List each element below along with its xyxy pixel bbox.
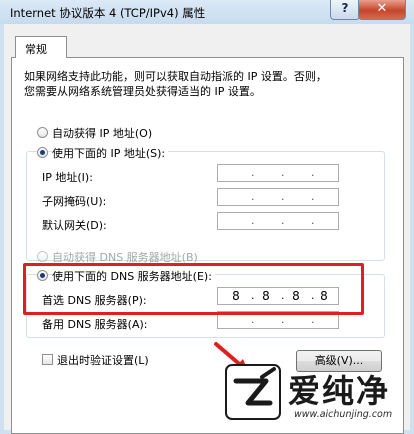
auto-ip-radio[interactable] <box>37 127 48 138</box>
description: 如果网络支持此功能，则可以获取自动指派的 IP 设置。否则， 您需要从网络系统管… <box>24 69 384 99</box>
close-icon: ✕ <box>376 1 388 16</box>
watermark-url: www.aichunjing.com <box>294 409 393 420</box>
validate-on-exit-checkbox[interactable] <box>42 354 53 365</box>
default-gateway-label: 默认网关(D): <box>42 219 107 232</box>
subnet-mask-input[interactable]: . . . <box>217 188 339 206</box>
title-bar: Internet 协议版本 4 (TCP/IPv4) 属性 ? ✕ <box>0 0 414 24</box>
help-button[interactable]: ? <box>330 0 360 20</box>
tab-general[interactable]: 常规 <box>15 36 67 58</box>
description-line-2: 您需要从网络系统管理员处获得适当的 IP 设置。 <box>24 85 261 98</box>
watermark-brand: 爱纯净 <box>288 372 391 410</box>
description-line-1: 如果网络支持此功能，则可以获取自动指派的 IP 设置。否则， <box>24 70 327 83</box>
alternate-dns-label: 备用 DNS 服务器(A): <box>42 318 148 331</box>
default-gateway-input[interactable]: . . . <box>217 212 339 230</box>
question-icon: ? <box>341 1 349 15</box>
close-button[interactable]: ✕ <box>358 0 406 20</box>
subnet-mask-label: 子网掩码(U): <box>42 195 107 208</box>
validate-on-exit-label: 退出时验证设置(L) <box>57 354 149 367</box>
watermark: 爱纯净 www.aichunjing.com <box>222 363 408 427</box>
ip-address-label: IP 地址(I): <box>42 171 93 184</box>
window-title: Internet 协议版本 4 (TCP/IPv4) 属性 <box>10 6 206 20</box>
ip-address-input[interactable]: . . . <box>217 164 339 182</box>
auto-ip-label: 自动获得 IP 地址(O) <box>52 127 153 140</box>
manual-ip-radio[interactable] <box>37 147 48 158</box>
manual-ip-label: 使用下面的 IP 地址(S): <box>52 145 169 161</box>
tab-label: 常规 <box>25 43 47 56</box>
highlight-box <box>23 263 364 315</box>
auto-dns-radio[interactable] <box>37 251 48 262</box>
watermark-logo-icon <box>225 364 281 420</box>
